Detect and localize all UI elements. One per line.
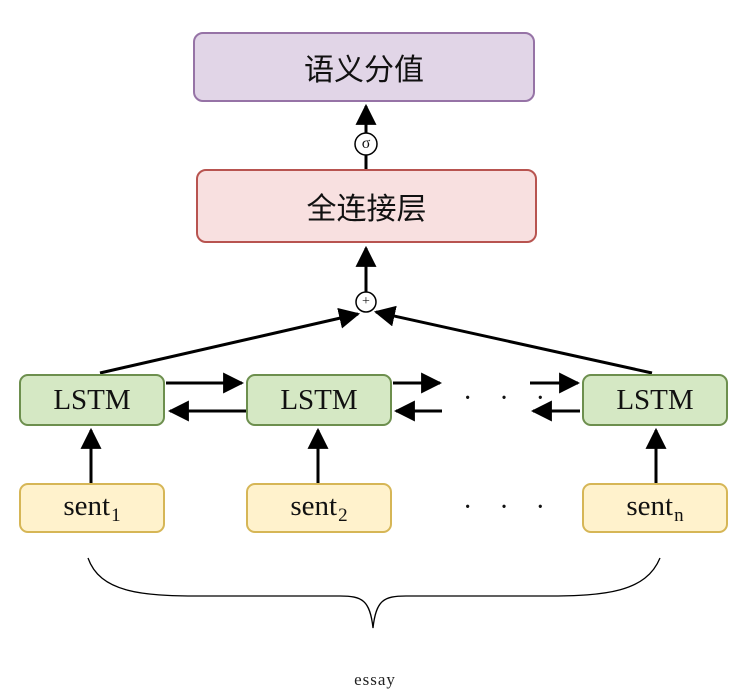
semantic-score-label: 语义分值 xyxy=(304,53,424,88)
plus-label: + xyxy=(362,294,370,309)
lstm-cell-2: LSTM xyxy=(246,374,392,426)
semantic-score-box: 语义分值 xyxy=(193,32,535,102)
sentence-box-1: sent1 xyxy=(19,483,165,533)
arrow-lstm1-to-plus xyxy=(99,307,361,375)
sentence-box-2: sent2 xyxy=(246,483,392,533)
sentence-ellipsis: · · · xyxy=(463,492,555,523)
lstm-cell-n: LSTM xyxy=(582,374,728,426)
fully-connected-layer-box: 全连接层 xyxy=(196,169,537,243)
sentence-label: sentn xyxy=(626,489,684,526)
lstm-label: LSTM xyxy=(53,383,131,416)
sentence-label: sent2 xyxy=(290,489,348,526)
sigma-label: σ xyxy=(361,135,371,152)
connector-layer xyxy=(80,103,667,629)
sentence-box-n: sentn xyxy=(582,483,728,533)
lstm-label: LSTM xyxy=(280,383,358,416)
fully-connected-label: 全连接层 xyxy=(306,192,427,227)
lstm-cell-1: LSTM xyxy=(19,374,165,426)
essay-label: essay xyxy=(354,670,396,689)
lstm-label: LSTM xyxy=(616,383,694,416)
arrow-lstmn-to-plus xyxy=(373,305,653,375)
lstm-ellipsis: · · · xyxy=(463,383,555,414)
sentence-label: sent1 xyxy=(63,489,121,526)
essay-brace xyxy=(87,557,661,629)
